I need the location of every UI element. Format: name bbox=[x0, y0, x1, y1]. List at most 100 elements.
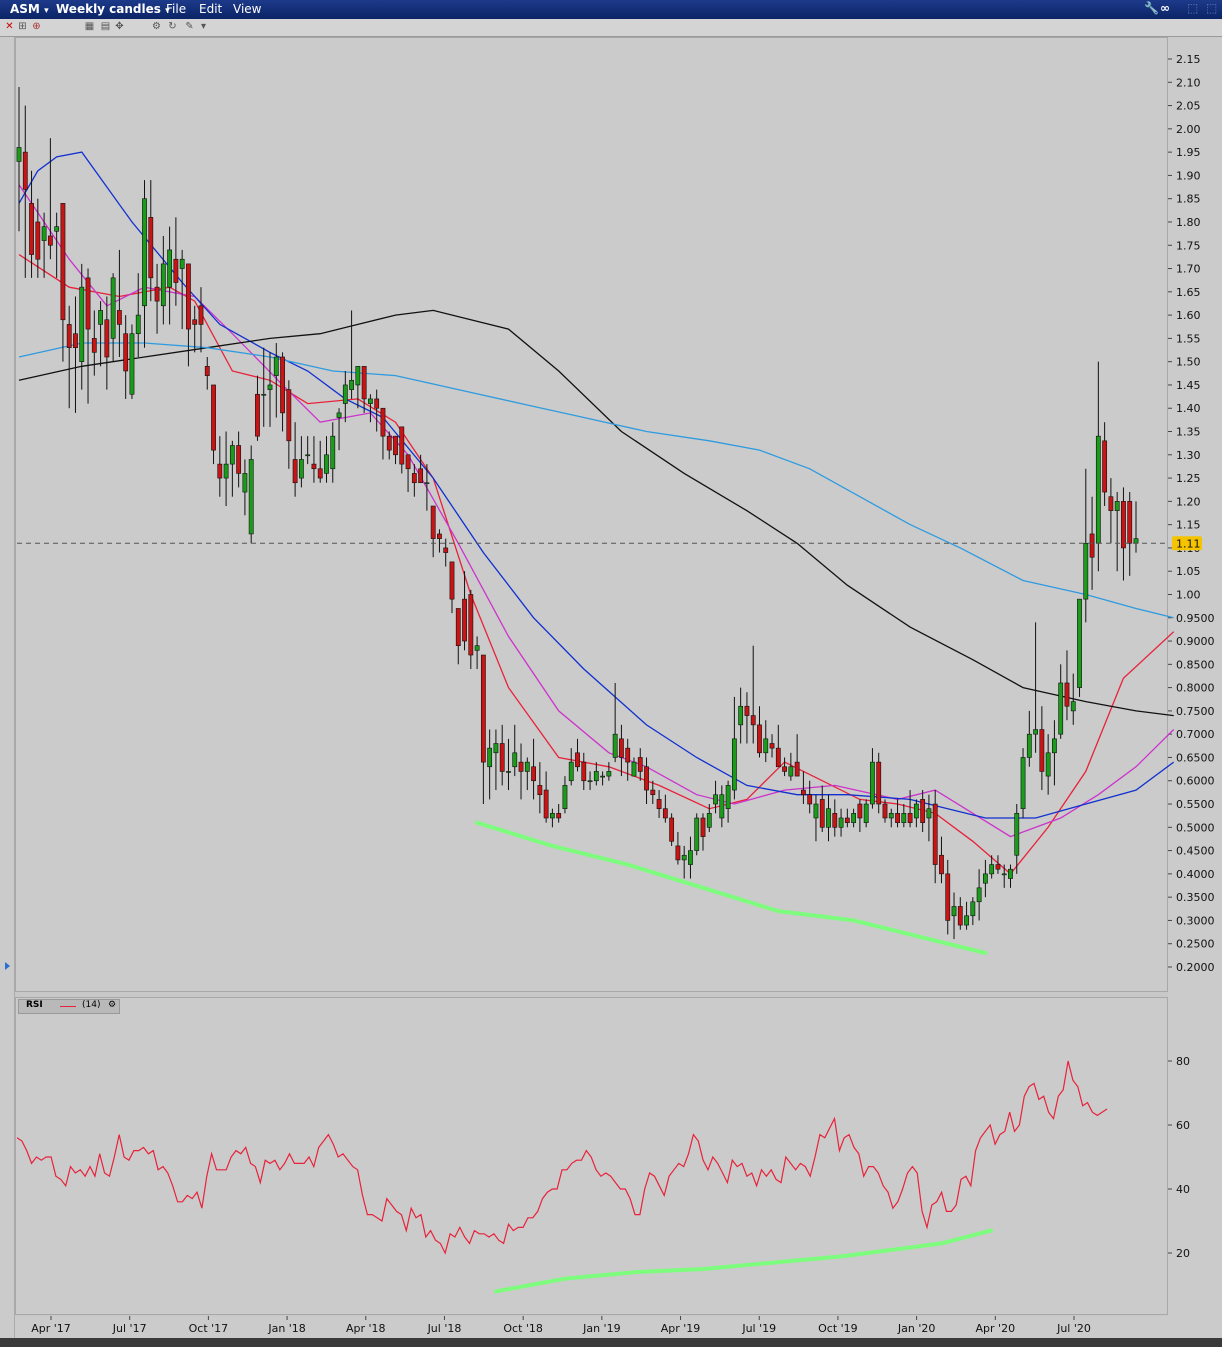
y-tick-label: 0.5500 bbox=[1176, 798, 1215, 811]
x-tick-label: Apr '18 bbox=[346, 1322, 386, 1335]
candle-body bbox=[512, 752, 518, 768]
x-tick-label: Jul '20 bbox=[1056, 1322, 1091, 1335]
candle-body bbox=[706, 813, 712, 828]
candle-body bbox=[248, 459, 254, 535]
y-tick-label: 1.75 bbox=[1176, 239, 1201, 252]
last-price-label: 1.11 bbox=[1176, 537, 1201, 550]
candle-body bbox=[449, 561, 455, 600]
candle-body bbox=[681, 854, 687, 861]
candle-body bbox=[462, 598, 467, 642]
x-tick-label: Jul '19 bbox=[741, 1322, 776, 1335]
y-tick-label: 1.05 bbox=[1176, 565, 1201, 578]
candle-body bbox=[135, 314, 141, 335]
candle-body bbox=[386, 435, 392, 451]
candle-body bbox=[562, 785, 568, 809]
rsi-period: (14) bbox=[82, 1000, 101, 1010]
y-tick-label: 1.20 bbox=[1176, 495, 1201, 508]
candle-body bbox=[267, 384, 273, 390]
candle-body bbox=[204, 366, 210, 376]
y-tick-label: 1.25 bbox=[1176, 472, 1201, 485]
candle-body bbox=[1058, 682, 1064, 735]
candle-body bbox=[920, 799, 926, 823]
rsi-label-text: RSI bbox=[26, 1000, 43, 1010]
y-tick-label: 1.65 bbox=[1176, 286, 1201, 299]
candle-body bbox=[349, 379, 354, 390]
y-tick-label: 1.55 bbox=[1176, 332, 1201, 345]
candle-body bbox=[675, 845, 681, 861]
candle-body bbox=[123, 333, 129, 372]
candle-body bbox=[1064, 682, 1070, 707]
candle-body bbox=[85, 277, 91, 330]
candle-body bbox=[982, 873, 988, 884]
candle-body bbox=[851, 813, 857, 823]
chart-canvas: 2.15 2.10 2.05 2.00 1.95 1.90 1.85 1.80 1.75 1.70… bbox=[5, 53, 1215, 1335]
candle-body bbox=[813, 803, 819, 819]
candle-body bbox=[66, 324, 72, 348]
candle-body bbox=[650, 789, 656, 796]
y-tick-label: 0.7000 bbox=[1176, 728, 1215, 741]
candle-body bbox=[775, 747, 781, 768]
candle-body bbox=[807, 794, 813, 805]
candle-body bbox=[694, 817, 700, 851]
y-tick-label: 2.10 bbox=[1176, 76, 1201, 89]
candle-body bbox=[47, 235, 53, 246]
candle-body bbox=[819, 799, 825, 828]
candle-body bbox=[317, 468, 323, 479]
rsi-y-tick-label: 40 bbox=[1176, 1183, 1190, 1196]
candle-body bbox=[932, 803, 938, 865]
candle-body bbox=[593, 771, 599, 782]
candle-body bbox=[98, 310, 103, 325]
candle-body bbox=[543, 789, 549, 819]
candle-body bbox=[1033, 729, 1038, 735]
y-tick-label: 0.9000 bbox=[1176, 635, 1215, 648]
candle-body bbox=[901, 813, 907, 823]
y-tick-label: 1.40 bbox=[1176, 402, 1201, 415]
candle-body bbox=[286, 389, 292, 442]
candle-body bbox=[1070, 701, 1076, 712]
y-tick-label: 1.35 bbox=[1176, 426, 1201, 439]
x-tick-label: Apr '19 bbox=[661, 1322, 701, 1335]
candle-body bbox=[970, 901, 976, 917]
candle-body bbox=[468, 594, 474, 656]
candle-body bbox=[480, 654, 486, 763]
candle-body bbox=[374, 398, 380, 409]
y-tick-label: 0.3000 bbox=[1176, 914, 1215, 927]
candle-body bbox=[117, 310, 122, 325]
y-tick-label: 2.00 bbox=[1176, 123, 1201, 136]
candle-body bbox=[22, 151, 28, 190]
rsi-legend[interactable]: RSI (14) ⚙ bbox=[18, 999, 120, 1014]
candle-body bbox=[324, 454, 329, 474]
y-tick-label: 1.60 bbox=[1176, 309, 1201, 322]
candle-body bbox=[79, 286, 85, 362]
candle-body bbox=[60, 203, 66, 321]
candle-body bbox=[173, 258, 179, 283]
candle-body bbox=[556, 813, 562, 819]
candle-body bbox=[368, 398, 373, 404]
candle-body bbox=[474, 645, 480, 651]
y-tick-label: 1.95 bbox=[1176, 146, 1201, 159]
rsi-y-tick-label: 80 bbox=[1176, 1055, 1190, 1068]
candle-body bbox=[913, 803, 919, 819]
candle-body bbox=[769, 743, 775, 749]
candle-body bbox=[631, 761, 637, 777]
candle-body bbox=[995, 864, 1001, 870]
y-tick-label: 0.4500 bbox=[1176, 845, 1215, 858]
candle-body bbox=[223, 463, 229, 479]
candle-body bbox=[801, 789, 806, 796]
y-tick-label: 1.30 bbox=[1176, 449, 1201, 462]
x-tick-label: Oct '17 bbox=[189, 1322, 229, 1335]
candle-body bbox=[167, 249, 173, 288]
candle-body bbox=[951, 906, 957, 917]
y-tick-label: 0.6500 bbox=[1176, 751, 1215, 764]
candle-body bbox=[424, 482, 430, 485]
moving-average-line bbox=[18, 184, 1175, 838]
settings-icon[interactable]: ⚙ bbox=[108, 1000, 116, 1010]
rsi-support-trendline bbox=[494, 1228, 993, 1294]
candle-body bbox=[236, 445, 242, 474]
candle-body bbox=[41, 226, 47, 241]
rsi-line bbox=[16, 1060, 1108, 1255]
candle-body bbox=[342, 384, 348, 404]
candle-body bbox=[1077, 598, 1082, 688]
candle-body bbox=[292, 459, 298, 484]
x-tick-label: Jul '17 bbox=[112, 1322, 147, 1335]
